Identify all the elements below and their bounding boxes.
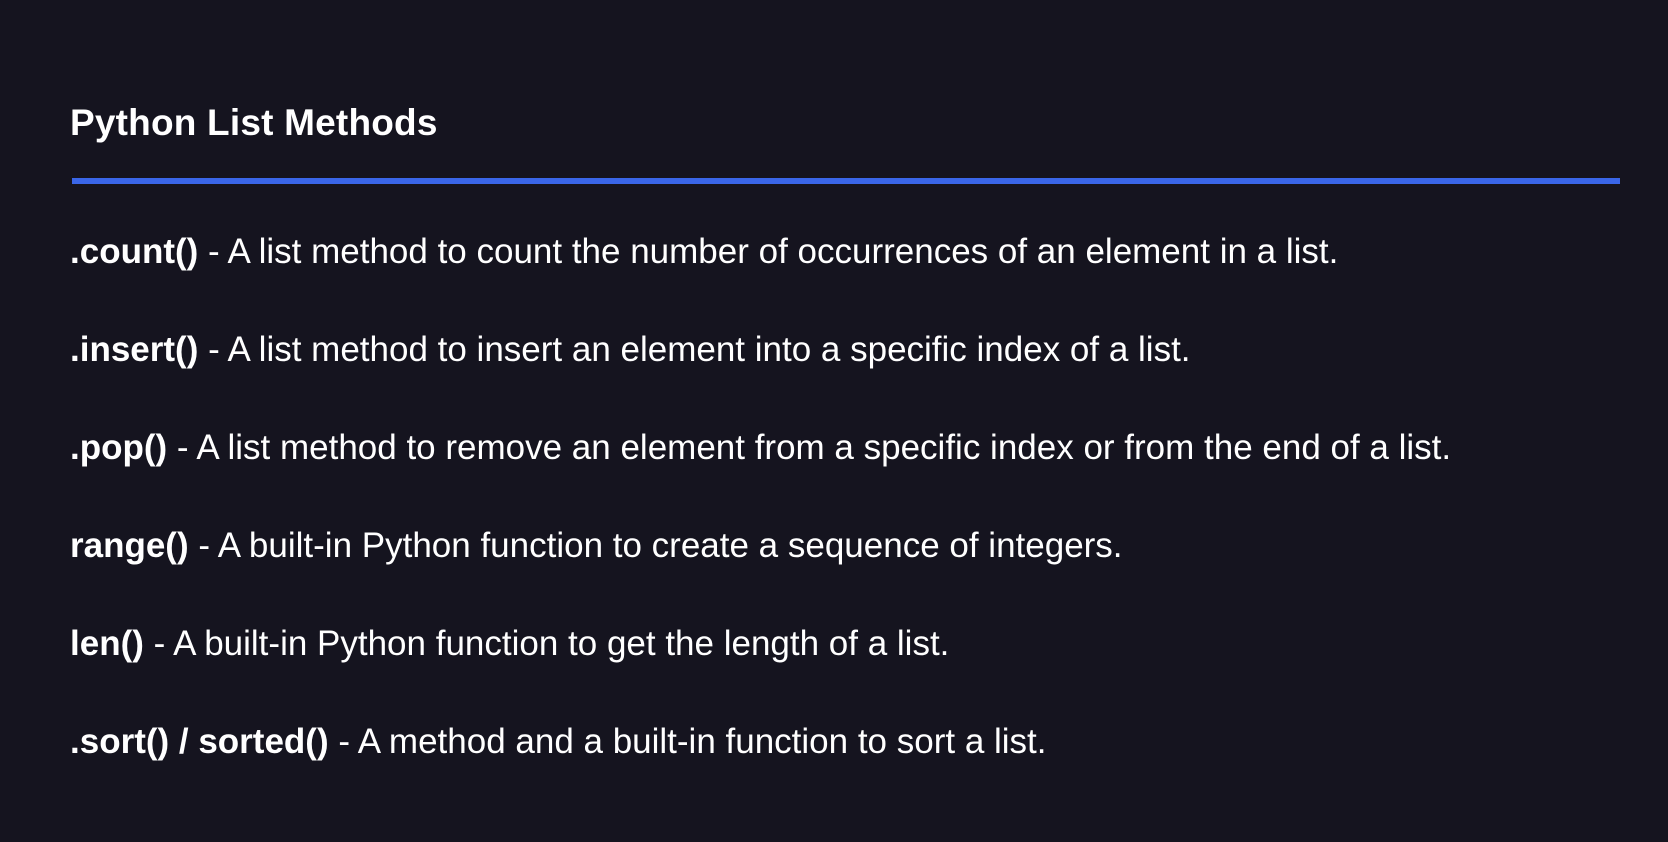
list-item-count: .count() - A list method to count the nu… [70,228,1650,326]
method-description: - A list method to insert an element int… [198,330,1191,369]
method-description: - A built-in Python function to create a… [188,526,1123,565]
method-description: - A list method to count the number of o… [198,232,1339,271]
list-item-pop: .pop() - A list method to remove an elem… [70,424,1650,522]
method-term: range() [70,526,189,565]
method-description: - A list method to remove an element fro… [167,428,1452,467]
method-term: len() [70,624,144,663]
method-description: - A method and a built-in function to so… [328,722,1047,761]
list-item-len: len() - A built-in Python function to ge… [70,620,1650,718]
page-title: Python List Methods [70,102,438,143]
method-term: .insert() [70,330,199,369]
list-item-sort: .sort() / sorted() - A method and a buil… [70,718,1650,816]
method-term: .count() [70,232,199,271]
title-divider [72,178,1620,184]
page: Python List Methods .count() - A list me… [0,0,1668,842]
list-item-range: range() - A built-in Python function to … [70,522,1650,620]
method-list: .count() - A list method to count the nu… [70,228,1650,816]
method-term: .pop() [70,428,168,467]
method-description: - A built-in Python function to get the … [143,624,950,663]
list-item-insert: .insert() - A list method to insert an e… [70,326,1650,424]
method-term: .sort() / sorted() [70,722,329,761]
